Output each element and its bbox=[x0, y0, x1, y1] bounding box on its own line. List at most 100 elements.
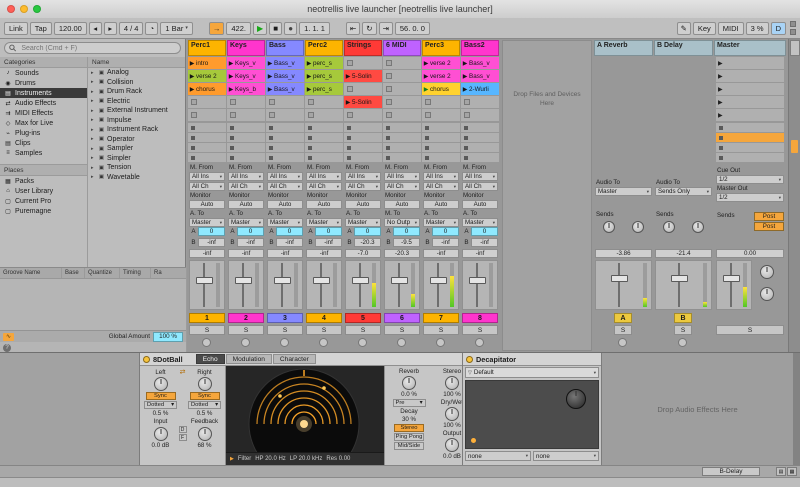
tab-character[interactable]: Character bbox=[273, 354, 316, 364]
info-view-icon[interactable]: ? bbox=[3, 344, 11, 352]
clip[interactable]: ▶Bass_v bbox=[266, 70, 304, 82]
volume-fader[interactable] bbox=[384, 260, 420, 310]
track-activator[interactable]: 6 bbox=[384, 313, 420, 323]
metronome-toggle[interactable]: ◔ bbox=[145, 22, 158, 35]
stop-all-clips-button[interactable] bbox=[716, 123, 784, 132]
volume-fader[interactable] bbox=[595, 260, 652, 310]
clip-stop-button[interactable] bbox=[266, 153, 304, 162]
send-a-knob[interactable] bbox=[663, 221, 675, 233]
clip[interactable]: ▶verse 2 bbox=[188, 70, 226, 82]
clip-stop-button[interactable] bbox=[266, 133, 304, 142]
punch-out-toggle[interactable]: ⇥ bbox=[379, 22, 393, 35]
empty-clip-slot[interactable] bbox=[383, 109, 421, 121]
empty-clip-slot[interactable] bbox=[344, 109, 382, 121]
empty-clip-slot[interactable] bbox=[344, 57, 382, 69]
fader-handle[interactable] bbox=[611, 275, 628, 282]
input-select[interactable]: All Ins▾ bbox=[306, 172, 342, 181]
browser-item-instrument-rack[interactable]: ▸▣Instrument Rack bbox=[88, 125, 185, 135]
clip-stop-button[interactable] bbox=[305, 133, 343, 142]
return-activator[interactable]: A bbox=[614, 313, 632, 323]
preset-selector[interactable]: ▽ Default ▾ bbox=[465, 367, 599, 378]
fader-handle[interactable] bbox=[469, 277, 486, 284]
ping-pong-button[interactable]: Ping Pong bbox=[394, 433, 424, 441]
clip-stop-button[interactable] bbox=[305, 143, 343, 152]
clip[interactable]: ▶5-Solin bbox=[344, 96, 382, 108]
clip[interactable]: ▶perc_s bbox=[305, 70, 343, 82]
input-select[interactable]: All Ins▾ bbox=[228, 172, 264, 181]
track-header[interactable]: Bass2 bbox=[461, 40, 499, 56]
freeze-toggle[interactable]: F bbox=[179, 434, 187, 441]
clip-stop-button[interactable] bbox=[383, 123, 421, 132]
sidebar-item-clips[interactable]: ▤Clips bbox=[0, 138, 87, 148]
empty-clip-slot[interactable] bbox=[383, 70, 421, 82]
fader-handle[interactable] bbox=[352, 277, 369, 284]
input-gain-knob[interactable] bbox=[154, 427, 168, 441]
sidebar-item-samples[interactable]: ≡Samples bbox=[0, 148, 87, 158]
column-quantize[interactable]: Quantize bbox=[85, 268, 120, 278]
sidebar-item-max-for-live[interactable]: ◇Max for Live bbox=[0, 118, 87, 128]
master-out-select[interactable]: 1/2▾ bbox=[716, 193, 784, 202]
clip-stop-button[interactable] bbox=[461, 153, 499, 162]
send-value[interactable]: 0 bbox=[315, 227, 342, 236]
column-random[interactable]: Ra bbox=[151, 268, 186, 278]
volume-display[interactable]: -inf bbox=[189, 249, 225, 258]
left-offset-value[interactable]: 0.5 % bbox=[153, 410, 169, 417]
clip[interactable]: ▶perc_s bbox=[305, 57, 343, 69]
empty-clip-slot[interactable] bbox=[266, 96, 304, 108]
fader-handle[interactable] bbox=[235, 277, 252, 284]
volume-fader[interactable] bbox=[189, 260, 225, 310]
volume-fader[interactable] bbox=[655, 260, 712, 310]
overview-toggle[interactable] bbox=[790, 40, 800, 56]
volume-display[interactable]: -inf bbox=[267, 249, 303, 258]
browser-search[interactable] bbox=[4, 42, 181, 54]
device-on-toggle[interactable] bbox=[143, 356, 150, 363]
quantization-menu[interactable]: 1 Bar▾ bbox=[160, 22, 192, 35]
pan-knob[interactable] bbox=[618, 338, 627, 347]
clip-stop-button[interactable] bbox=[305, 123, 343, 132]
volume-fader[interactable] bbox=[306, 260, 342, 310]
browser-item-analog[interactable]: ▸▣Analog bbox=[88, 68, 185, 78]
clip-stop-button[interactable] bbox=[344, 123, 382, 132]
volume-display[interactable]: -inf bbox=[228, 249, 264, 258]
right-offset-value[interactable]: 0.5 % bbox=[197, 410, 213, 417]
cue-out-select[interactable]: 1/2▾ bbox=[716, 175, 784, 184]
stereo-link-icon[interactable]: ⇄ bbox=[180, 368, 186, 376]
volume-display[interactable]: -20.3 bbox=[384, 249, 420, 258]
scrollbar-thumb[interactable] bbox=[791, 140, 798, 153]
track-activator[interactable]: 8 bbox=[462, 313, 498, 323]
clip[interactable]: ▶Keys_v bbox=[227, 57, 265, 69]
channel-select[interactable]: All Ch▾ bbox=[462, 182, 498, 191]
clip-view-toggle[interactable]: ▤ bbox=[776, 467, 786, 476]
clip-stop-button[interactable] bbox=[383, 153, 421, 162]
filter-enable-icon[interactable]: ▶ bbox=[230, 456, 234, 462]
empty-clip-slot[interactable] bbox=[227, 96, 265, 108]
input-select[interactable]: All Ins▾ bbox=[462, 172, 498, 181]
return-header[interactable]: A Reverb bbox=[594, 40, 653, 56]
solo-button[interactable]: S bbox=[423, 325, 459, 335]
song-position-field[interactable]: 1. 1. 1 bbox=[299, 22, 330, 35]
punch-in-toggle[interactable]: ⇤ bbox=[346, 22, 360, 35]
reverb-value[interactable]: 0.0 % bbox=[401, 391, 417, 398]
send-b-knob[interactable] bbox=[692, 221, 704, 233]
monitor-auto-button[interactable]: Auto bbox=[267, 200, 303, 209]
right-time-knob[interactable] bbox=[198, 377, 212, 391]
empty-clip-slot[interactable] bbox=[422, 109, 460, 121]
column-timing[interactable]: Timing bbox=[120, 268, 151, 278]
browser-item-tension[interactable]: ▸▣Tension bbox=[88, 163, 185, 173]
link-toggle[interactable]: Link bbox=[4, 22, 28, 35]
plugin-ui-panel[interactable] bbox=[465, 380, 599, 449]
clip-stop-button[interactable] bbox=[422, 153, 460, 162]
fader-handle[interactable] bbox=[723, 275, 740, 282]
empty-clip-slot[interactable] bbox=[188, 96, 226, 108]
reverb-position-select[interactable]: Pre▾ bbox=[393, 399, 426, 407]
clip-stop-button[interactable] bbox=[188, 133, 226, 142]
clip-stop-button[interactable] bbox=[305, 153, 343, 162]
pan-knob[interactable] bbox=[678, 338, 687, 347]
stop-all-clips-button[interactable] bbox=[716, 153, 784, 162]
arm-button[interactable] bbox=[241, 338, 250, 347]
channel-select[interactable]: All Ch▾ bbox=[267, 182, 303, 191]
sidebar-item-sounds[interactable]: ♪Sounds bbox=[0, 68, 87, 78]
tap-tempo-button[interactable]: Tap bbox=[30, 22, 52, 35]
dry-wet-value[interactable]: 100 % bbox=[443, 422, 461, 429]
dry-wet-knob[interactable] bbox=[445, 407, 459, 421]
